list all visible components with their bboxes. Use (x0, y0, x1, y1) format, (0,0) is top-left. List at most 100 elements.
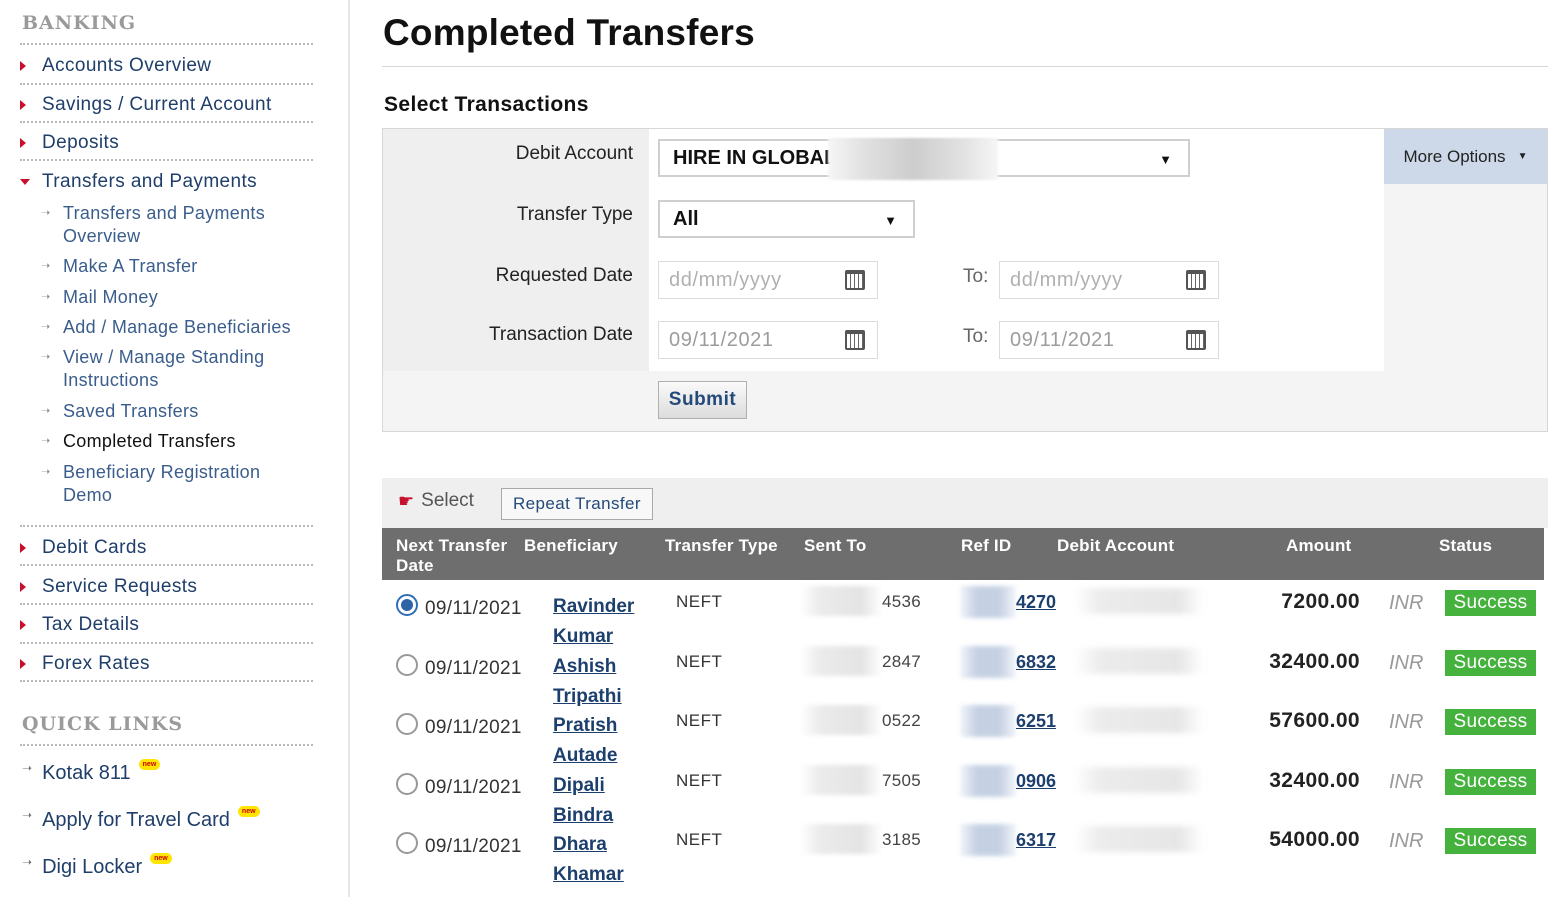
divider (20, 744, 313, 746)
row-ref-id-link[interactable]: 0906 (1016, 771, 1056, 792)
debit-account-select[interactable]: HIRE IN GLOBAL ▼ (658, 138, 1190, 180)
sidebar-item-tax-details[interactable]: Tax Details (20, 614, 139, 636)
actions-bar: ☛ Select Repeat Transfer (382, 478, 1548, 528)
sub-item-manage-beneficiaries[interactable]: ➝ Add / Manage Beneficiaries (41, 316, 304, 339)
redacted-debit-account (1074, 767, 1204, 793)
arrow-right-icon: ➝ (22, 854, 33, 869)
redacted-debit-account (1074, 707, 1204, 733)
caret-right-icon (20, 61, 26, 71)
arrow-right-icon: ➝ (22, 807, 33, 822)
redacted-ref-id (960, 586, 1016, 618)
arrow-right-icon: ➝ (22, 760, 33, 775)
row-date: 09/11/2021 (425, 598, 522, 619)
sub-item-saved-transfers[interactable]: ➝ Saved Transfers (41, 400, 304, 423)
divider (20, 680, 313, 682)
sub-item-make-transfer[interactable]: ➝ Make A Transfer (41, 255, 304, 278)
sidebar-item-forex-rates[interactable]: Forex Rates (20, 653, 150, 675)
status-badge: Success (1445, 769, 1536, 795)
quick-link-travel-card[interactable]: ➝ Apply for Travel Card new (22, 806, 260, 832)
banking-heading: BANKING (22, 12, 137, 34)
sub-item-standing-instructions[interactable]: ➝ View / Manage Standing Instructions (41, 346, 304, 392)
more-options-button[interactable]: More Options ▼ (1384, 129, 1547, 184)
sidebar-item-debit-cards[interactable]: Debit Cards (20, 537, 147, 559)
submit-button[interactable]: Submit (658, 381, 747, 419)
to-label: To: (963, 326, 989, 347)
sidebar-item-service-requests[interactable]: Service Requests (20, 576, 197, 598)
caret-right-icon (20, 659, 26, 669)
row-ref-id-link[interactable]: 6832 (1016, 652, 1056, 673)
row-beneficiary-link[interactable]: Pratish Autade (553, 711, 643, 771)
status-badge: Success (1445, 709, 1536, 735)
redacted-ref-id (960, 646, 1016, 678)
row-ref-id-link[interactable]: 6317 (1016, 830, 1056, 851)
row-transfer-type: NEFT (676, 830, 723, 849)
redacted-debit-account (1074, 826, 1204, 852)
debit-account-label: Debit Account (515, 143, 633, 164)
sidebar-item-label: Savings / Current Account (42, 94, 272, 115)
row-date: 09/11/2021 (425, 658, 522, 679)
requested-to-date[interactable]: dd/mm/yyyy (999, 261, 1219, 299)
caret-down-icon (20, 179, 30, 185)
sidebar-item-savings-current[interactable]: Savings / Current Account (20, 94, 272, 116)
calendar-icon[interactable] (1186, 330, 1206, 350)
sub-item-beneficiary-registration-demo[interactable]: ➝ Beneficiary Registration Demo (41, 461, 304, 507)
transaction-to-date[interactable]: 09/11/2021 (999, 321, 1219, 359)
filter-panel: Debit Account Transfer Type Requested Da… (382, 128, 1548, 432)
row-select-radio[interactable] (396, 654, 418, 676)
sidebar-item-deposits[interactable]: Deposits (20, 132, 119, 154)
arrow-right-icon: ➝ (41, 207, 51, 219)
row-amount: 7200.00 (1281, 590, 1360, 613)
sub-item-transfers-overview[interactable]: ➝ Transfers and Payments Overview (41, 202, 304, 248)
caret-right-icon (20, 620, 26, 630)
redacted-ref-id (960, 824, 1016, 856)
col-amount: Amount (1286, 536, 1352, 555)
calendar-icon[interactable] (845, 330, 865, 350)
divider (20, 564, 313, 566)
divider (382, 66, 1548, 67)
row-select-radio[interactable] (396, 773, 418, 795)
row-beneficiary-link[interactable]: Dipali Bindra (553, 771, 643, 831)
table-row[interactable]: 09/11/2021 Dhara Khamar NEFT 3185 6317 54000.… (382, 824, 1544, 892)
divider (20, 525, 313, 527)
requested-date-label: Requested Date (495, 265, 633, 286)
sidebar-item-label: Deposits (42, 132, 120, 153)
requested-from-date[interactable]: dd/mm/yyyy (658, 261, 878, 299)
sidebar-item-transfers-payments[interactable]: Transfers and Payments (20, 171, 257, 193)
row-beneficiary-link[interactable]: Dhara Khamar (553, 830, 643, 890)
arrow-right-icon: ➝ (41, 291, 51, 303)
caret-right-icon (20, 543, 26, 553)
row-beneficiary-link[interactable]: Ravinder Kumar (553, 592, 643, 652)
quick-link-digi-locker[interactable]: ➝ Digi Locker new (22, 853, 172, 879)
row-currency: INR (1389, 830, 1424, 852)
sidebar-item-label: Debit Cards (42, 537, 147, 558)
quick-link-kotak-811[interactable]: ➝ Kotak 811 new (22, 759, 161, 785)
row-beneficiary-link[interactable]: Ashish Tripathi (553, 652, 643, 712)
table-row[interactable]: 09/11/2021 Pratish Autade NEFT 0522 6251 5760… (382, 705, 1544, 773)
sub-item-completed-transfers[interactable]: ➝ Completed Transfers (41, 430, 304, 453)
row-transfer-type: NEFT (676, 652, 723, 671)
table-row[interactable]: 09/11/2021 Ravinder Kumar NEFT 4536 4270 7200… (382, 586, 1544, 654)
transaction-from-date[interactable]: 09/11/2021 (658, 321, 878, 359)
col-sent-to: Sent To (804, 536, 867, 555)
arrow-right-icon: ➝ (41, 435, 51, 447)
arrow-right-icon: ➝ (41, 260, 51, 272)
row-ref-id-link[interactable]: 6251 (1016, 711, 1056, 732)
redacted-sent-to (800, 824, 882, 854)
calendar-icon[interactable] (1186, 270, 1206, 290)
row-select-radio[interactable] (396, 832, 418, 854)
quick-links-heading: QUICK LINKS (22, 713, 184, 735)
sidebar-item-label: Service Requests (42, 576, 198, 597)
arrow-right-icon: ➝ (41, 405, 51, 417)
sub-item-mail-money[interactable]: ➝ Mail Money (41, 286, 304, 309)
transfer-type-select[interactable]: All ▼ (658, 200, 915, 238)
calendar-icon[interactable] (845, 270, 865, 290)
repeat-transfer-button[interactable]: Repeat Transfer (501, 488, 653, 520)
row-ref-id-link[interactable]: 4270 (1016, 592, 1056, 613)
row-select-radio[interactable] (396, 713, 418, 735)
section-title: Select Transactions (384, 93, 589, 116)
sidebar-item-accounts-overview[interactable]: Accounts Overview (20, 55, 211, 77)
to-label: To: (963, 266, 989, 287)
row-transfer-type: NEFT (676, 771, 723, 790)
row-select-radio[interactable] (396, 594, 418, 616)
row-amount: 57600.00 (1269, 709, 1360, 732)
